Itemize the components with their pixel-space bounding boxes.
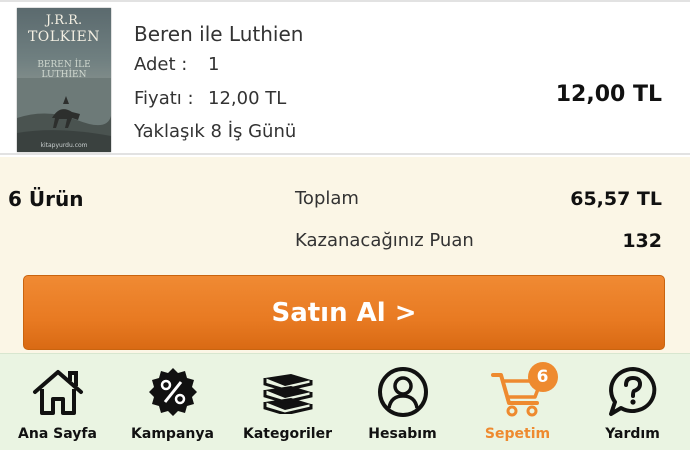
books-stack-icon <box>260 364 316 420</box>
bottom-nav: Ana Sayfa Kampanya Kategoriler Hesabım 6… <box>0 353 690 450</box>
quantity-value: 1 <box>208 54 220 75</box>
nav-item-campaign[interactable]: Kampanya <box>115 354 230 450</box>
item-total-price: 12,00 TL <box>555 82 662 107</box>
product-name[interactable]: Beren ile Luthien <box>134 22 303 46</box>
quantity-label: Adet : <box>134 54 188 75</box>
item-count: 6 Ürün <box>8 187 84 211</box>
nav-label-home: Ana Sayfa <box>18 426 97 442</box>
nav-label-help: Yardım <box>605 426 660 442</box>
delivery-estimate: Yaklaşık 8 İş Günü <box>134 121 297 142</box>
total-label: Toplam <box>295 188 359 209</box>
cover-author-last: TOLKIEN <box>27 29 101 45</box>
user-icon <box>375 364 431 420</box>
points-value: 132 <box>622 230 662 252</box>
cover-author-first: J.R.R. <box>45 13 83 28</box>
nav-label-categories: Kategoriler <box>242 426 333 442</box>
nav-label-cart: Sepetim <box>484 426 551 442</box>
price-label: Fiyatı : <box>134 88 194 109</box>
nav-item-home[interactable]: Ana Sayfa <box>0 354 115 450</box>
price-value: 12,00 TL <box>208 88 287 109</box>
help-icon <box>605 364 661 420</box>
checkout-area: Satın Al > <box>0 269 690 353</box>
cover-title: BEREN İLE LUTHİEN <box>37 60 91 80</box>
nav-item-account[interactable]: Hesabım <box>345 354 460 450</box>
points-label: Kazanacağınız Puan <box>295 230 474 251</box>
buy-button[interactable]: Satın Al > <box>23 275 665 350</box>
nav-item-categories[interactable]: Kategoriler <box>230 354 345 450</box>
total-value: 65,57 TL <box>570 188 662 210</box>
cart-item: J.R.R. TOLKIEN BEREN İLE LUTHİEN kitapyu… <box>0 0 690 155</box>
cart-summary: 6 Ürün Toplam 65,57 TL Kazanacağınız Pua… <box>0 157 690 269</box>
cart-count-badge: 6 <box>527 362 558 392</box>
nav-label-campaign: Kampanya <box>131 426 214 442</box>
cover-illustration <box>17 78 111 152</box>
book-cover-image[interactable]: J.R.R. TOLKIEN BEREN İLE LUTHİEN kitapyu… <box>17 8 111 152</box>
nav-label-account: Hesabım <box>368 426 437 442</box>
nav-item-help[interactable]: Yardım <box>575 354 690 450</box>
percent-badge-icon <box>145 364 201 420</box>
cover-footer: kitapyurdu.com <box>40 142 88 149</box>
nav-item-cart[interactable]: 6 Sepetim <box>460 354 575 450</box>
home-icon <box>30 364 86 420</box>
